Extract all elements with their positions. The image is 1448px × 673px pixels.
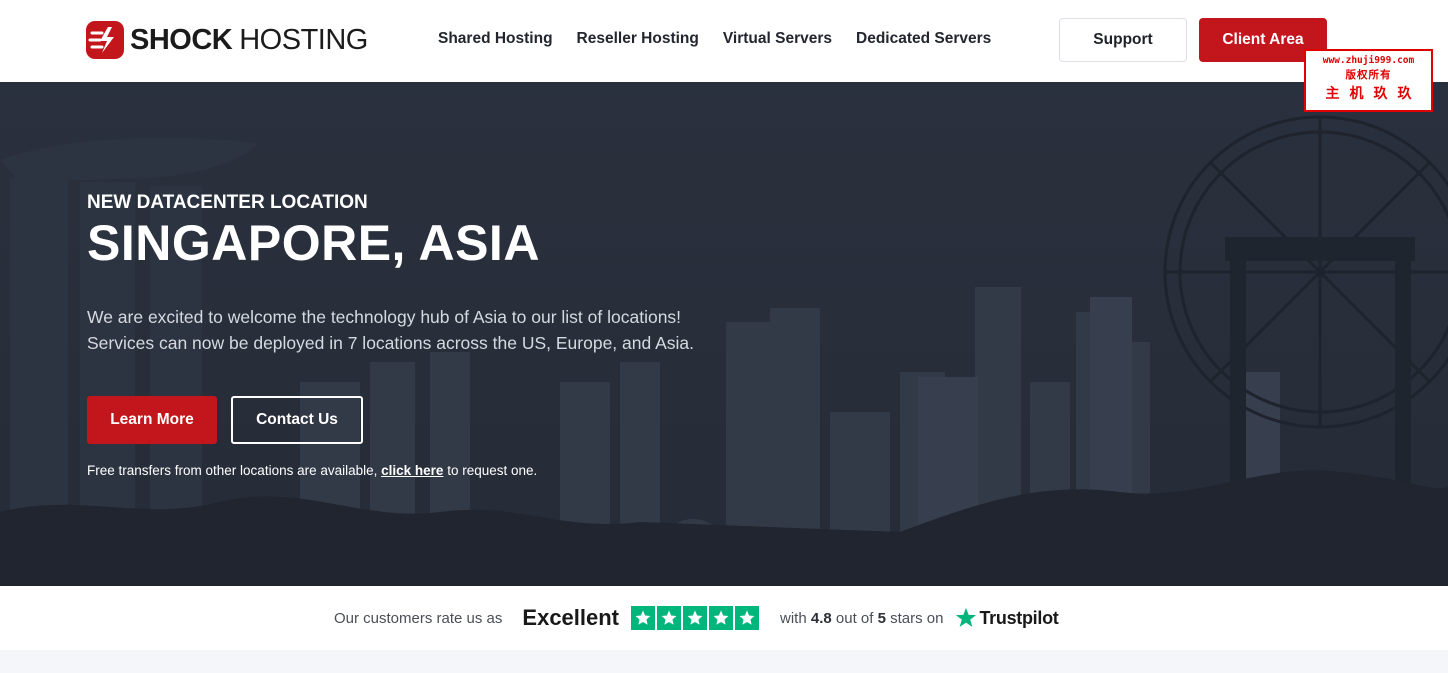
- trust-with: with: [780, 609, 807, 627]
- trust-out-of: out of: [835, 609, 874, 627]
- support-button[interactable]: Support: [1059, 18, 1187, 62]
- hero-title: SINGAPORE, ASIA: [87, 215, 540, 271]
- hero-description: We are excited to welcome the technology…: [87, 304, 727, 356]
- star-icon: [631, 606, 656, 630]
- nav-virtual-servers[interactable]: Virtual Servers: [723, 30, 832, 48]
- nav-reseller-hosting[interactable]: Reseller Hosting: [577, 30, 699, 48]
- trustpilot-logo[interactable]: Trustpilot: [955, 607, 1059, 629]
- watermark-line2: 版权所有: [1345, 69, 1392, 81]
- trustpilot-bar: Our customers rate us as Excellent with …: [0, 586, 1448, 650]
- trust-stars: [631, 606, 760, 630]
- trustpilot-name: Trustpilot: [979, 607, 1059, 628]
- trust-score: 4.8: [810, 609, 832, 627]
- main-nav: Shared Hosting Reseller Hosting Virtual …: [438, 30, 991, 48]
- star-icon: [709, 606, 734, 630]
- hero-banner: NEW DATACENTER LOCATION SINGAPORE, ASIA …: [0, 82, 1448, 586]
- trust-score-text: with 4.8 out of 5 stars on: [780, 610, 943, 627]
- contact-us-button[interactable]: Contact Us: [231, 396, 363, 444]
- hero-eyebrow: NEW DATACENTER LOCATION: [87, 192, 368, 213]
- nav-dedicated-servers[interactable]: Dedicated Servers: [856, 30, 991, 48]
- learn-more-button[interactable]: Learn More: [87, 396, 217, 444]
- watermark-line3: 主机玖玖: [1325, 86, 1422, 102]
- hero-description-line2: Services can now be deployed in 7 locati…: [87, 333, 695, 353]
- trust-stars-on: stars on: [890, 609, 944, 627]
- transfer-note: Free transfers from other locations are …: [87, 463, 537, 478]
- nav-shared-hosting[interactable]: Shared Hosting: [438, 30, 553, 48]
- star-icon: [657, 606, 682, 630]
- trust-prefix: Our customers rate us as: [334, 609, 503, 627]
- hero-description-line1: We are excited to welcome the technology…: [87, 307, 682, 327]
- watermark-url: www.zhuji999.com: [1322, 55, 1415, 66]
- click-here-link[interactable]: click here: [381, 463, 443, 478]
- trust-rating-word: Excellent: [522, 605, 620, 630]
- brand-name-bold: SHOCK: [130, 23, 233, 56]
- star-icon: [735, 606, 760, 630]
- next-section: [0, 650, 1448, 673]
- site-header: SHOCK HOSTING Shared Hosting Reseller Ho…: [0, 0, 1448, 82]
- trustpilot-star-icon: [956, 607, 977, 627]
- watermark-stamp: www.zhuji999.com 版权所有 主机玖玖: [1304, 49, 1433, 112]
- trust-max: 5: [877, 609, 886, 627]
- brand-name-light: HOSTING: [239, 23, 368, 56]
- brand-logo[interactable]: SHOCK HOSTING: [86, 20, 368, 60]
- shock-logo-icon: [86, 21, 124, 59]
- transfer-note-suffix: to request one.: [443, 463, 538, 478]
- star-icon: [683, 606, 708, 630]
- transfer-note-prefix: Free transfers from other locations are …: [87, 463, 382, 478]
